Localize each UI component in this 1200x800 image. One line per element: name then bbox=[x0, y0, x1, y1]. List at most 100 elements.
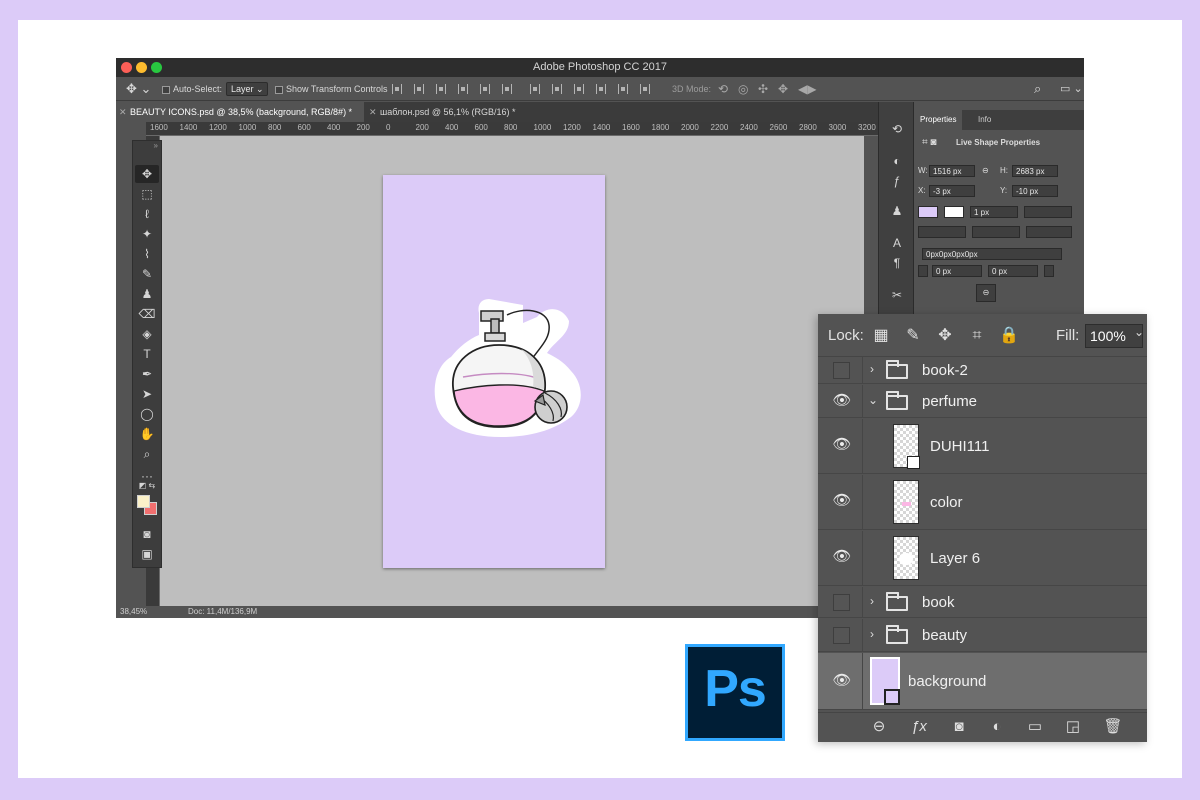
distribute-hcenter-icon[interactable] bbox=[618, 84, 628, 94]
layer-row-background[interactable]: 👁 background bbox=[818, 653, 1147, 710]
default-colors-icon[interactable]: ◩ ⇆ bbox=[135, 481, 159, 491]
add-mask-icon[interactable]: ◙ bbox=[948, 717, 970, 737]
brush-tool-icon[interactable]: ✎ bbox=[135, 265, 159, 283]
eraser-tool-icon[interactable]: ⌫ bbox=[135, 305, 159, 323]
eye-icon[interactable]: 👁 bbox=[832, 491, 852, 511]
layer-row-beauty[interactable]: › beauty bbox=[818, 619, 1147, 652]
zoom-readout[interactable]: 38,45% bbox=[120, 606, 147, 618]
eye-icon[interactable]: 👁 bbox=[832, 671, 852, 691]
close-tab-icon[interactable]: ✕ bbox=[369, 102, 377, 122]
align-top-icon[interactable] bbox=[392, 84, 402, 94]
new-group-icon[interactable]: ▭ bbox=[1024, 717, 1046, 737]
path-select-tool-icon[interactable]: ➤ bbox=[135, 385, 159, 403]
tab-beauty-icons[interactable]: ✕ BEAUTY ICONS.psd @ 38,5% (background, … bbox=[116, 102, 364, 122]
layer-row-layer-6[interactable]: 👁 Layer 6 bbox=[818, 531, 1147, 586]
window-close-button[interactable] bbox=[121, 62, 132, 73]
paragraph-panel-icon[interactable]: ¶ bbox=[885, 254, 909, 272]
adjustment-layer-icon[interactable]: ◐ bbox=[986, 717, 1008, 737]
screen-mode-icon[interactable]: ▣ bbox=[135, 545, 159, 563]
layer-row-book[interactable]: › book bbox=[818, 587, 1147, 618]
visibility-toggle-off[interactable] bbox=[833, 627, 850, 644]
align-hcenter-icon[interactable] bbox=[480, 84, 490, 94]
lock-position-icon[interactable]: ✥ bbox=[934, 325, 956, 347]
3d-orbit-icon[interactable]: ⟲ bbox=[718, 77, 728, 101]
lock-artboard-icon[interactable]: ⌗ bbox=[966, 325, 988, 347]
lasso-tool-icon[interactable]: ℓ bbox=[135, 205, 159, 223]
link-dimensions-icon[interactable]: ⊖ bbox=[982, 165, 989, 177]
chevron-right-icon[interactable]: › bbox=[870, 594, 874, 608]
marquee-tool-icon[interactable]: ⬚ bbox=[135, 185, 159, 203]
align-bottom-icon[interactable] bbox=[436, 84, 446, 94]
stroke-width-input[interactable]: 1 px bbox=[970, 206, 1018, 218]
distribute-vcenter-icon[interactable] bbox=[552, 84, 562, 94]
artboard[interactable] bbox=[383, 175, 605, 568]
history-panel-icon[interactable]: ⟲ bbox=[885, 120, 909, 138]
workspace-icon[interactable]: ▭ ⌄ bbox=[1060, 77, 1083, 101]
visibility-toggle-off[interactable] bbox=[833, 594, 850, 611]
stroke-color-swatch[interactable] bbox=[944, 206, 964, 218]
height-input[interactable]: 2683 px bbox=[1012, 165, 1058, 177]
stroke-caps-dropdown[interactable] bbox=[972, 226, 1020, 238]
auto-select-dropdown[interactable]: Layer ⌄ bbox=[226, 82, 268, 96]
distribute-bottom-icon[interactable] bbox=[574, 84, 584, 94]
foreground-color-swatch[interactable] bbox=[137, 495, 150, 508]
lock-transparent-icon[interactable]: ▦ bbox=[870, 325, 892, 347]
chevron-right-icon[interactable]: › bbox=[870, 362, 874, 376]
adjustments-panel-icon[interactable]: ◐ bbox=[885, 152, 909, 170]
corner-radius-field[interactable]: 0px0px0px0px bbox=[922, 248, 1062, 260]
stroke-corners-dropdown[interactable] bbox=[1026, 226, 1072, 238]
layer-row-color[interactable]: 👁 color bbox=[818, 475, 1147, 530]
link-corners-icon[interactable]: ⊖ bbox=[976, 284, 996, 302]
clone-source-panel-icon[interactable]: ♟ bbox=[885, 202, 909, 220]
eye-icon[interactable]: 👁 bbox=[832, 435, 852, 455]
window-maximize-button[interactable] bbox=[151, 62, 162, 73]
3d-roll-icon[interactable]: ◎ bbox=[738, 77, 748, 101]
fx-icon[interactable]: ƒx bbox=[908, 717, 930, 737]
tool-presets-icon[interactable]: ✂ bbox=[885, 286, 909, 304]
zoom-tool-icon[interactable]: ⌕ bbox=[135, 445, 159, 463]
search-icon[interactable]: ⌕ bbox=[1034, 77, 1041, 101]
align-left-icon[interactable] bbox=[458, 84, 468, 94]
stroke-align-dropdown[interactable] bbox=[918, 226, 966, 238]
3d-scale-icon[interactable]: ◀▶ bbox=[798, 77, 816, 101]
move-tool-icon[interactable]: ✥ bbox=[135, 165, 159, 183]
show-transform-checkbox[interactable]: Show Transform Controls bbox=[275, 77, 388, 101]
align-vcenter-icon[interactable] bbox=[414, 84, 424, 94]
window-minimize-button[interactable] bbox=[136, 62, 147, 73]
eye-icon[interactable]: 👁 bbox=[832, 391, 852, 411]
layer-row-book-2[interactable]: › book-2 bbox=[818, 357, 1147, 384]
corner-lock-right-icon[interactable] bbox=[1044, 265, 1054, 277]
move-tool-preset-icon[interactable]: ✥ ⌄ bbox=[126, 77, 151, 101]
layer-row-perfume[interactable]: 👁 ⌄ perfume bbox=[818, 385, 1147, 418]
character-panel-icon[interactable]: A bbox=[885, 234, 909, 252]
corner-lock-left-icon[interactable] bbox=[918, 265, 928, 277]
stamp-tool-icon[interactable]: ♟ bbox=[135, 285, 159, 303]
corner-left-input[interactable]: 0 px bbox=[932, 265, 982, 277]
hand-tool-icon[interactable]: ✋ bbox=[135, 425, 159, 443]
tab-info[interactable]: Info bbox=[972, 110, 997, 130]
horizontal-ruler[interactable]: 1600 1400 1200 1000 800 600 400 200 0 200 400 600 80… bbox=[146, 122, 878, 136]
ellipse-tool-icon[interactable]: ◯ bbox=[135, 405, 159, 423]
tab-shablon[interactable]: ✕ шаблон.psd @ 56,1% (RGB/16) * bbox=[366, 102, 536, 122]
type-tool-icon[interactable]: T bbox=[135, 345, 159, 363]
layer-row-duhi111[interactable]: 👁 DUHI111 bbox=[818, 419, 1147, 474]
styles-panel-icon[interactable]: ƒ bbox=[885, 172, 909, 190]
chevron-right-icon[interactable]: › bbox=[870, 627, 874, 641]
fill-color-swatch[interactable] bbox=[918, 206, 938, 218]
panel-collapse-icon[interactable]: » bbox=[133, 141, 161, 151]
link-layers-icon[interactable]: ⊖ bbox=[868, 717, 890, 737]
tab-properties[interactable]: Properties bbox=[914, 110, 963, 130]
canvas-area[interactable] bbox=[160, 136, 864, 606]
distribute-top-icon[interactable] bbox=[530, 84, 540, 94]
stroke-style-dropdown[interactable] bbox=[1024, 206, 1072, 218]
auto-select-checkbox[interactable]: Auto-Select: bbox=[162, 77, 222, 101]
corner-right-input[interactable]: 0 px bbox=[988, 265, 1038, 277]
distribute-left-icon[interactable] bbox=[596, 84, 606, 94]
eyedropper-tool-icon[interactable]: ⌇ bbox=[135, 245, 159, 263]
close-tab-icon[interactable]: ✕ bbox=[119, 102, 127, 122]
chevron-down-icon[interactable]: ⌄ bbox=[868, 393, 878, 407]
trash-icon[interactable]: 🗑 bbox=[1102, 717, 1124, 737]
distribute-right-icon[interactable] bbox=[640, 84, 650, 94]
quick-mask-icon[interactable]: ◙ bbox=[135, 525, 159, 543]
fill-chevron-icon[interactable]: ⌄ bbox=[1134, 325, 1144, 339]
